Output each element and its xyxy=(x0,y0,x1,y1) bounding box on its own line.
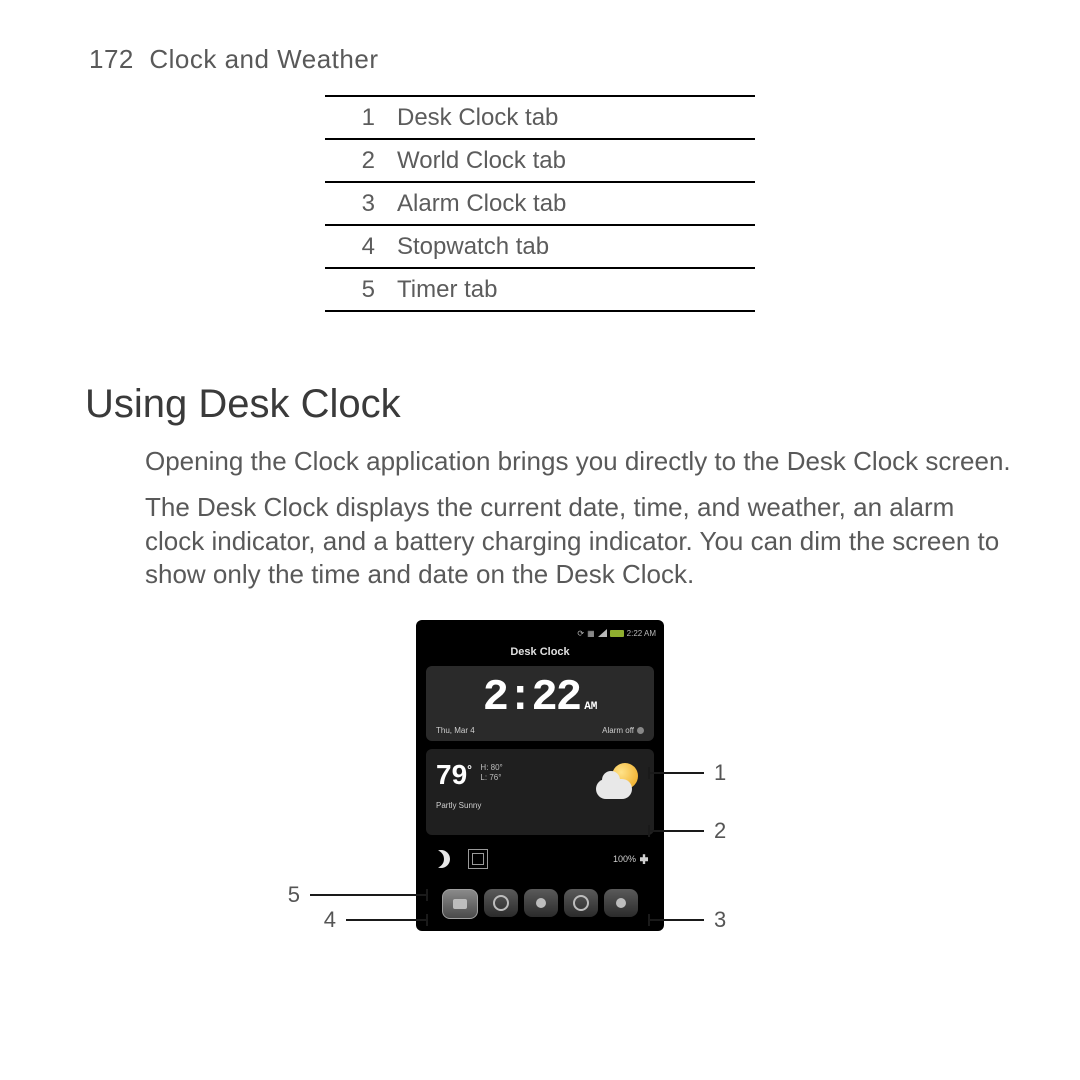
tab-alarm-clock[interactable] xyxy=(524,889,558,917)
temp-high: H: 80° xyxy=(480,763,502,772)
table-row: 4Stopwatch tab xyxy=(325,225,755,268)
stopwatch-icon xyxy=(573,895,589,911)
legend-label: Stopwatch tab xyxy=(393,225,755,268)
temperature-value: 79° xyxy=(436,759,472,791)
legend-label: World Clock tab xyxy=(393,139,755,182)
tab-desk-clock[interactable] xyxy=(442,889,478,919)
legend-label: Timer tab xyxy=(393,268,755,311)
sync-icon: ⟳ xyxy=(577,629,584,638)
desk-clock-icon xyxy=(453,899,467,909)
tab-stopwatch[interactable] xyxy=(564,889,598,917)
legend-label: Desk Clock tab xyxy=(393,96,755,139)
page-number: 172 xyxy=(89,44,134,74)
status-bar: ⟳ ▦ 2:22 AM xyxy=(420,624,660,642)
legend-num: 1 xyxy=(325,96,393,139)
utility-row: 100% xyxy=(426,849,654,875)
table-row: 5Timer tab xyxy=(325,268,755,311)
body-paragraph: Opening the Clock application brings you… xyxy=(145,445,1020,479)
date-label: Thu, Mar 4 xyxy=(436,726,475,735)
table-row: 3Alarm Clock tab xyxy=(325,182,755,225)
section-heading: Using Desk Clock xyxy=(85,382,1080,427)
plug-icon xyxy=(640,854,648,864)
tab-world-clock[interactable] xyxy=(484,889,518,917)
chapter-title: Clock and Weather xyxy=(149,44,378,74)
callout-2: 2 xyxy=(648,818,736,844)
callout-3: 3 xyxy=(648,907,736,933)
digital-time: 2:22AM xyxy=(436,676,644,720)
dock-icon[interactable] xyxy=(468,849,488,869)
legend-label: Alarm Clock tab xyxy=(393,182,755,225)
callout-1: 1 xyxy=(648,760,736,786)
globe-icon xyxy=(493,895,509,911)
timer-icon xyxy=(616,898,626,908)
table-row: 2World Clock tab xyxy=(325,139,755,182)
legend-num: 5 xyxy=(325,268,393,311)
network-icon: ▦ xyxy=(587,629,595,638)
callout-5: 5 xyxy=(278,882,428,908)
dim-icon[interactable] xyxy=(432,850,450,868)
tab-timer[interactable] xyxy=(604,889,638,917)
alarm-status-label: Alarm off xyxy=(602,726,634,735)
alarm-icon xyxy=(536,898,546,908)
callout-number: 5 xyxy=(278,882,310,908)
temperature-high-low: H: 80° L: 76° xyxy=(480,763,502,782)
temperature-number: 79 xyxy=(436,759,467,790)
battery-icon xyxy=(610,630,624,637)
body-paragraph: The Desk Clock displays the current date… xyxy=(145,491,1020,592)
phone-figure: ⟳ ▦ 2:22 AM Desk Clock 2:22AM Thu, Mar 4… xyxy=(350,620,730,931)
callout-4: 4 xyxy=(314,907,428,933)
alarm-clock-icon xyxy=(637,727,644,734)
tab-strip xyxy=(422,883,658,925)
status-time: 2:22 AM xyxy=(627,629,656,638)
legend-num: 2 xyxy=(325,139,393,182)
temp-low: L: 76° xyxy=(480,773,501,782)
signal-icon xyxy=(598,629,607,637)
phone-frame: ⟳ ▦ 2:22 AM Desk Clock 2:22AM Thu, Mar 4… xyxy=(416,620,664,931)
partly-sunny-icon xyxy=(596,757,644,805)
callout-number: 1 xyxy=(704,760,736,786)
callout-number: 3 xyxy=(704,907,736,933)
page-header: 172 Clock and Weather xyxy=(0,0,1080,75)
tabs-legend-table: 1Desk Clock tab 2World Clock tab 3Alarm … xyxy=(325,95,755,312)
table-row: 1Desk Clock tab xyxy=(325,96,755,139)
weather-panel: 79° H: 80° L: 76° Partly Sunny xyxy=(426,749,654,835)
time-value: 2:22 xyxy=(483,673,581,723)
legend-num: 4 xyxy=(325,225,393,268)
legend-num: 3 xyxy=(325,182,393,225)
battery-charge-indicator: 100% xyxy=(613,854,648,864)
ampm-label: AM xyxy=(584,701,597,713)
callout-number: 4 xyxy=(314,907,346,933)
callout-number: 2 xyxy=(704,818,736,844)
battery-percent: 100% xyxy=(613,854,636,864)
clock-panel: 2:22AM Thu, Mar 4 Alarm off xyxy=(426,666,654,741)
screen-title: Desk Clock xyxy=(420,642,660,666)
